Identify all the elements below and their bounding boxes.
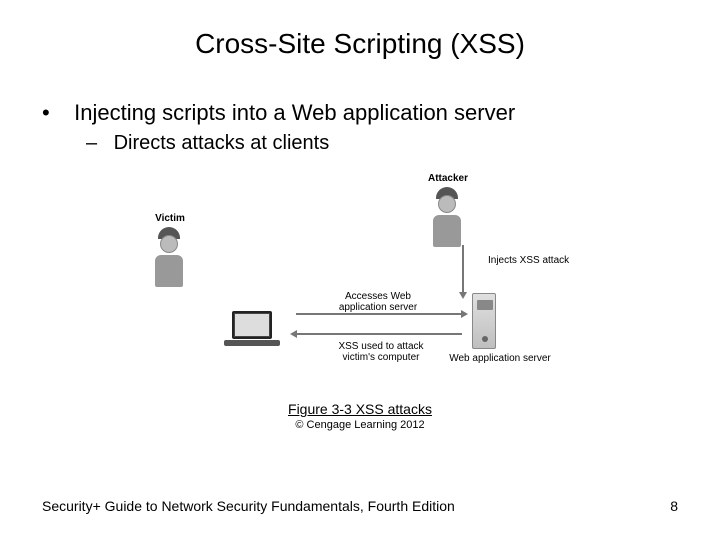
- label-used: XSS used to attack victim's computer: [326, 341, 436, 363]
- sub-bullet-list: Directs attacks at clients: [42, 132, 678, 155]
- label-injects: Injects XSS attack: [488, 255, 578, 266]
- bullet-lvl1: Injecting scripts into a Web application…: [42, 100, 678, 155]
- attacker-figure: [432, 187, 462, 247]
- footer-book-title: Security+ Guide to Network Security Fund…: [42, 498, 455, 514]
- bullet-lvl2-text: Directs attacks at clients: [114, 132, 330, 154]
- arrow-xss-to-victim: [296, 333, 462, 335]
- figure-caption: Figure 3-3 XSS attacks: [42, 401, 678, 417]
- figure-caption-block: Figure 3-3 XSS attacks © Cengage Learnin…: [42, 401, 678, 431]
- label-server: Web application server: [440, 353, 560, 364]
- label-victim: Victim: [150, 213, 190, 224]
- slide-title: Cross-Site Scripting (XSS): [0, 0, 720, 60]
- bullet-list: Injecting scripts into a Web application…: [42, 100, 678, 155]
- victim-figure: [154, 227, 184, 287]
- xss-diagram: Attacker Victim Injects XSS attack A: [140, 173, 580, 393]
- content-area: Injecting scripts into a Web application…: [0, 60, 720, 431]
- page-number: 8: [670, 498, 678, 514]
- label-accesses: Accesses Web application server: [328, 291, 428, 313]
- server-icon: [472, 293, 496, 349]
- arrow-access-server: [296, 313, 462, 315]
- bullet-lvl2: Directs attacks at clients: [86, 132, 678, 155]
- bullet-lvl1-text: Injecting scripts into a Web application…: [74, 100, 515, 125]
- laptop-icon: [232, 311, 280, 346]
- slide: Cross-Site Scripting (XSS) Injecting scr…: [0, 0, 720, 540]
- label-attacker: Attacker: [418, 173, 478, 184]
- figure-credit: © Cengage Learning 2012: [42, 419, 678, 431]
- arrow-attacker-to-server: [462, 245, 464, 293]
